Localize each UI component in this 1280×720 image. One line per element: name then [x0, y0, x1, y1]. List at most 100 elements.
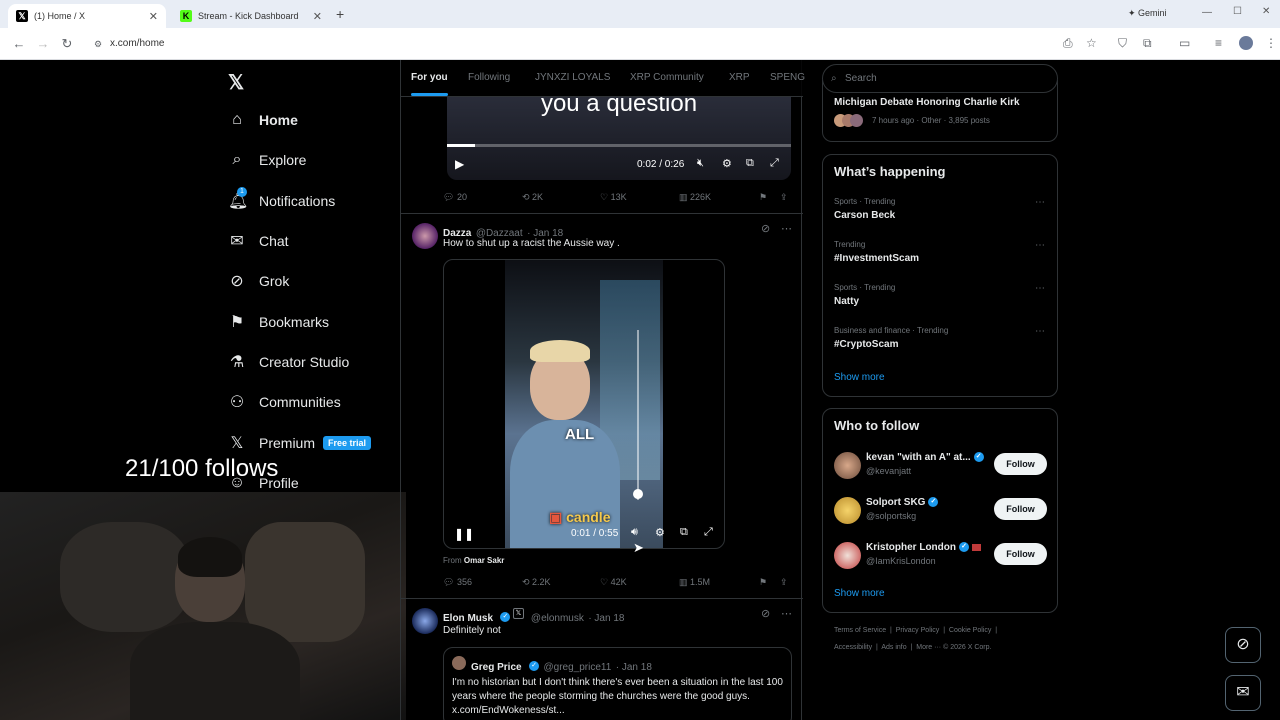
- author-handle[interactable]: @elonmusk: [531, 613, 584, 624]
- more-icon[interactable]: ⋯: [1035, 197, 1045, 208]
- pip-icon[interactable]: ⧉: [746, 157, 754, 170]
- author-name[interactable]: Elon Musk: [443, 613, 493, 624]
- views-button[interactable]: ▥ 1.5M: [679, 577, 710, 588]
- suggested-user-name[interactable]: Solport SKG ✓: [866, 497, 939, 508]
- source-name[interactable]: Omar Sakr: [464, 556, 504, 565]
- volume-slider[interactable]: [637, 330, 639, 500]
- show-more-link[interactable]: Show more: [834, 372, 885, 383]
- reply-button[interactable]: 💬︎ 20: [443, 192, 467, 203]
- follow-button[interactable]: Follow: [994, 453, 1047, 475]
- nav-grok[interactable]: ⊘ Grok: [228, 268, 289, 294]
- avatar[interactable]: [834, 542, 861, 569]
- profile-avatar[interactable]: [1239, 36, 1253, 50]
- minimize-icon[interactable]: —: [1202, 7, 1212, 18]
- author-handle[interactable]: @greg_price11: [544, 662, 612, 673]
- views-button[interactable]: ▥ 226K: [679, 192, 711, 203]
- trend-name[interactable]: #InvestmentScam: [834, 253, 919, 264]
- follow-button[interactable]: Follow: [994, 543, 1047, 565]
- trend-title[interactable]: Michigan Debate Honoring Charlie Kirk: [834, 97, 1020, 108]
- like-button[interactable]: ♡ 42K: [600, 577, 627, 588]
- avatar[interactable]: [452, 656, 466, 670]
- reading-list-icon[interactable]: ≡: [1215, 36, 1222, 50]
- footer-link[interactable]: Cookie Policy: [949, 627, 991, 634]
- nav-chat[interactable]: ✉ Chat: [228, 228, 288, 254]
- bookmark-icon[interactable]: ⚑: [759, 577, 767, 588]
- nav-bookmarks[interactable]: ⚑ Bookmarks: [228, 309, 329, 335]
- share-icon[interactable]: ⇪: [780, 192, 788, 203]
- suggested-user-name[interactable]: kevan "with an A" at... ✓: [866, 452, 984, 463]
- back-icon[interactable]: ←: [11, 36, 27, 51]
- video-player[interactable]: you a question ▶ 0:02 / 0:26 🔇︎ ⚙ ⧉ ⤢: [447, 96, 791, 180]
- tab-speng[interactable]: SPENG: [770, 72, 805, 83]
- avatar[interactable]: [834, 452, 861, 479]
- fullscreen-icon[interactable]: ⤢: [704, 526, 713, 539]
- repost-button[interactable]: ⟲ 2K: [522, 192, 543, 203]
- repost-button[interactable]: ⟲ 2.2K: [522, 577, 551, 588]
- tweet-date[interactable]: · Jan 18: [588, 613, 624, 624]
- tab-xrp-community[interactable]: XRP Community: [630, 72, 704, 83]
- author-name[interactable]: Greg Price: [471, 662, 522, 673]
- more-icon[interactable]: ⋯: [781, 607, 792, 620]
- nav-notifications[interactable]: 🔔︎ 1 Notifications: [228, 187, 335, 214]
- suggested-user-handle[interactable]: @kevanjatt: [866, 466, 911, 476]
- menu-icon[interactable]: ⋮: [1265, 36, 1277, 50]
- suggested-user-handle[interactable]: @solportskg: [866, 511, 916, 521]
- split-view-icon[interactable]: ▭: [1179, 36, 1190, 50]
- fullscreen-icon[interactable]: ⤢: [770, 157, 779, 170]
- trend-name[interactable]: Natty: [834, 296, 859, 307]
- nav-premium[interactable]: 𝕏 Premium Free trial: [228, 430, 372, 456]
- more-icon[interactable]: ⋯: [781, 222, 792, 235]
- footer-link[interactable]: Accessibility: [834, 644, 872, 651]
- nav-communities[interactable]: ⚇ Communities: [228, 389, 341, 415]
- settings-icon[interactable]: ⚙: [655, 526, 665, 539]
- forward-icon[interactable]: →: [35, 36, 51, 51]
- tab-for-you[interactable]: For you: [411, 72, 448, 83]
- reply-button[interactable]: 💬︎ 356: [443, 577, 472, 588]
- browser-tab-x-home[interactable]: 𝕏 (1) Home / X ✕: [8, 4, 166, 28]
- x-logo-icon[interactable]: 𝕏: [228, 70, 244, 95]
- avatar[interactable]: [412, 608, 438, 634]
- more-icon[interactable]: ⋯: [1035, 283, 1045, 294]
- pip-icon[interactable]: ⧉: [680, 526, 688, 539]
- tab-xrp[interactable]: XRP: [729, 72, 750, 83]
- nav-creator-studio[interactable]: ⚗ Creator Studio: [228, 349, 349, 375]
- show-more-link[interactable]: Show more: [834, 588, 885, 599]
- maximize-icon[interactable]: ☐: [1233, 6, 1242, 17]
- search-input[interactable]: ⌕ Search: [822, 64, 1058, 93]
- footer-link[interactable]: Ads info: [881, 644, 906, 651]
- site-info-icon[interactable]: ⚙: [94, 34, 102, 54]
- settings-icon[interactable]: ⚙: [722, 157, 732, 170]
- gemini-button[interactable]: ✦ Gemini: [1128, 8, 1167, 19]
- trend-name[interactable]: #CryptoScam: [834, 339, 898, 350]
- video-progress-bar[interactable]: [447, 144, 791, 147]
- play-icon[interactable]: ▶: [455, 157, 464, 171]
- star-icon[interactable]: ☆: [1086, 36, 1097, 50]
- volume-icon[interactable]: 🔊︎: [631, 526, 638, 539]
- mute-icon[interactable]: 🔇︎: [697, 157, 704, 170]
- close-window-icon[interactable]: ✕: [1262, 6, 1270, 17]
- like-button[interactable]: ♡ 13K: [600, 192, 627, 203]
- share-icon[interactable]: ⇪: [780, 577, 788, 588]
- extensions-icon[interactable]: ⧉: [1143, 36, 1152, 51]
- avatar[interactable]: [412, 223, 438, 249]
- tweet-date[interactable]: · Jan 18: [616, 662, 652, 673]
- video-player[interactable]: ALL ▣ candle ❚❚ 0:01 / 0:55 🔊︎ ⚙ ⧉ ⤢: [443, 259, 725, 549]
- footer-link[interactable]: More ···: [916, 644, 941, 651]
- grok-fab-icon[interactable]: ⊘: [1225, 627, 1261, 663]
- more-icon[interactable]: ⋯: [1035, 240, 1045, 251]
- more-icon[interactable]: ⋯: [1035, 326, 1045, 337]
- grok-icon[interactable]: ⊘: [761, 222, 770, 235]
- grok-icon[interactable]: ⊘: [761, 607, 770, 620]
- browser-tab-kick[interactable]: K Stream - Kick Dashboard ✕: [172, 4, 330, 28]
- nav-explore[interactable]: ⌕ Explore: [228, 147, 307, 173]
- reload-icon[interactable]: ↻: [59, 36, 75, 52]
- close-tab-icon[interactable]: ✕: [313, 10, 322, 23]
- bookmark-icon[interactable]: ⚑: [759, 192, 767, 203]
- install-icon[interactable]: ⎙: [1063, 36, 1073, 51]
- avatar[interactable]: [834, 497, 861, 524]
- volume-slider-thumb[interactable]: [633, 489, 643, 499]
- follow-button[interactable]: Follow: [994, 498, 1047, 520]
- footer-link[interactable]: Privacy Policy: [896, 627, 940, 634]
- pause-icon[interactable]: ❚❚: [454, 527, 474, 541]
- footer-link[interactable]: Terms of Service: [834, 627, 886, 634]
